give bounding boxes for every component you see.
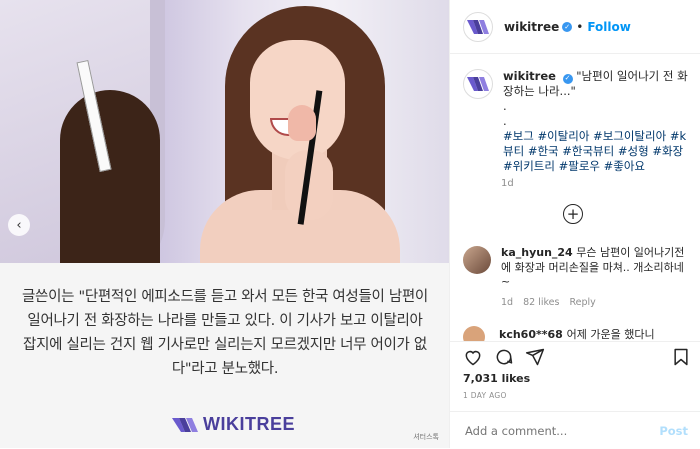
comment-username[interactable]: kch60**68: [499, 328, 563, 341]
separator: •: [576, 19, 584, 34]
avatar[interactable]: [463, 11, 493, 42]
verified-badge-icon: ✓: [562, 21, 573, 32]
heart-icon[interactable]: [463, 347, 483, 367]
post-button[interactable]: Post: [659, 424, 688, 438]
hashtags[interactable]: #보그 #이탈리아 #보그이탈리아 #k뷰티 #한국 #한국뷰티 #성형 #화장…: [503, 129, 686, 173]
comment-likes[interactable]: 82 likes: [523, 297, 559, 308]
post-media: ‹ 글쓴이는 "단편적인 에피소드를 듣고 와서 모든 한국 여성들이 남편이 …: [0, 0, 449, 448]
watermark: 셔터스톡: [413, 433, 439, 441]
avatar[interactable]: [463, 326, 485, 341]
avatar[interactable]: [463, 246, 491, 274]
post-header: wikitree ✓ • Follow: [450, 0, 700, 54]
chevron-left-icon: ‹: [16, 217, 22, 233]
comments-list[interactable]: wikitree ✓ "남편이 일어나기 전 화장하는 나라..." . . #…: [450, 54, 700, 341]
post-dot: .: [503, 99, 507, 113]
comment: kch60**68 어제 가운을 했다니: [463, 326, 655, 341]
prev-image-button[interactable]: ‹: [8, 214, 30, 236]
action-bar: [450, 341, 700, 372]
load-more-comments-button[interactable]: +: [563, 204, 583, 224]
post-username[interactable]: wikitree: [503, 69, 556, 83]
post-dot: .: [503, 114, 507, 128]
logo-text: WIKITREE: [203, 414, 295, 434]
comment-username[interactable]: ka_hyun_24: [501, 246, 573, 259]
add-comment-bar: Post: [450, 411, 700, 449]
share-icon[interactable]: [525, 347, 545, 367]
reply-button[interactable]: Reply: [569, 297, 595, 308]
comment-icon[interactable]: [494, 347, 514, 367]
caption-area: 글쓴이는 "단편적인 에피소드를 듣고 와서 모든 한국 여성들이 남편이 일어…: [0, 263, 449, 448]
comment: ka_hyun_24 무슨 남편이 일어나기전에 화장과 머리손질을 마쳐.. …: [463, 246, 693, 290]
plus-icon: +: [566, 204, 580, 223]
header-username[interactable]: wikitree: [504, 20, 559, 34]
wikitree-logo: WIKITREE: [172, 414, 295, 435]
comment-meta: 1d 82 likes Reply: [501, 297, 596, 308]
bookmark-icon[interactable]: [671, 347, 691, 367]
woman-face: [250, 40, 345, 160]
avatar[interactable]: [463, 69, 493, 99]
comment-input[interactable]: [463, 422, 652, 439]
follow-button[interactable]: Follow: [587, 20, 631, 34]
wikitree-avatar-icon: [467, 77, 489, 91]
likes-count[interactable]: 7,031 likes: [463, 372, 530, 385]
wikitree-logo-icon: [172, 417, 198, 432]
comment-time: 1d: [501, 297, 514, 308]
image-caption: 글쓴이는 "단편적인 에피소드를 듣고 와서 모든 한국 여성들이 남편이 일어…: [22, 289, 428, 377]
post-time: 1d: [501, 178, 514, 189]
post-caption: wikitree ✓ "남편이 일어나기 전 화장하는 나라..." . . #…: [463, 69, 693, 174]
wikitree-avatar-icon: [467, 19, 489, 34]
post-date: 1 DAY AGO: [463, 391, 507, 400]
verified-badge-icon: ✓: [562, 73, 573, 84]
post-photo: [0, 0, 449, 263]
comment-text: 어제 가운을 했다니: [566, 328, 655, 341]
post-sidebar: wikitree ✓ • Follow wikitree ✓ "남편이 일어나기…: [449, 0, 700, 448]
